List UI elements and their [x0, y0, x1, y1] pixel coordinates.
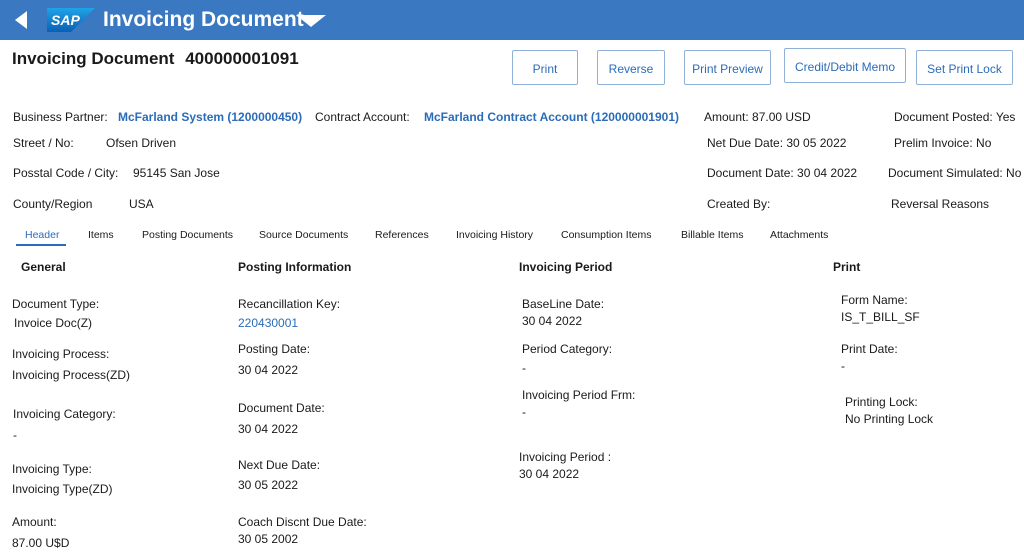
reverse-button-label: Reverse [608, 62, 654, 76]
invoicing-period-to-label: Invoicing Period : [519, 450, 612, 464]
posting-date-value: 30 04 2022 [238, 363, 299, 377]
document-date-header: Document Date: 30 04 2022 [707, 166, 858, 180]
tab-posting-documents[interactable]: Posting Documents [142, 229, 233, 242]
reconciliation-key-label: Recancillation Key: [238, 297, 341, 311]
invoicing-category-label: Invoicing Category: [13, 407, 116, 421]
county-value: USA [129, 197, 154, 211]
business-partner-label: Business Partner: [13, 110, 108, 124]
contract-account-link[interactable]: McFarland Contract Account (120000001901… [424, 110, 679, 125]
app-title[interactable]: Invoicing Document [103, 6, 304, 34]
reversal-reasons: Reversal Reasons [891, 197, 990, 211]
prelim-invoice: Prelim Invoice: No [894, 136, 992, 150]
document-date-value: 30 04 2022 [238, 422, 299, 436]
amount-value: 87.00 U$D [12, 536, 70, 550]
next-due-date-label: Next Due Date: [238, 458, 321, 472]
logo-text: SAP [51, 12, 80, 28]
postal-code-label: Posstal Code / City: [13, 166, 119, 180]
sap-logo: SAP [47, 8, 95, 32]
invoicing-category-value: - [13, 428, 17, 442]
street-label: Street / No: [13, 136, 74, 150]
shell-bar: SAP Invoicing Document [0, 0, 1024, 40]
section-title-general: General [21, 260, 66, 274]
credit-debit-memo-button[interactable]: Credit/Debit Memo [784, 48, 906, 83]
back-triangle-icon[interactable] [14, 10, 28, 30]
tab-billable-items[interactable]: Billable Items [681, 229, 743, 242]
county-label: County/Region [13, 197, 93, 211]
document-date-label: Document Date: [238, 401, 325, 415]
invoicing-period-to-value: 30 04 2022 [519, 467, 580, 481]
credit-debit-memo-button-label: Credit/Debit Memo [794, 60, 896, 74]
section-title-print: Print [833, 260, 861, 274]
page-title-label: Invoicing Document [12, 49, 175, 68]
document-simulated: Document Simulated: No [888, 166, 1022, 180]
postal-code-value: 95145 San Jose [133, 166, 220, 180]
print-preview-button[interactable]: Print Preview [684, 50, 771, 85]
section-title-posting: Posting Information [238, 260, 352, 274]
print-preview-button-label: Print Preview [692, 62, 763, 76]
invoicing-period-from-label: Invoicing Period Frm: [522, 388, 636, 402]
invoicing-type-label: Invoicing Type: [12, 462, 92, 476]
amount-label: Amount: [12, 515, 57, 529]
document-number: 400000001091 [185, 49, 299, 68]
amount-header: Amount: 87.00 USD [704, 110, 811, 124]
caret-down-icon[interactable] [296, 15, 326, 27]
coach-discnt-due-date-label: Coach Discnt Due Date: [238, 515, 367, 529]
invoicing-process-value: Invoicing Process(ZD) [12, 368, 131, 382]
created-by: Created By: [707, 197, 771, 211]
document-type-value: Invoice Doc(Z) [14, 316, 93, 330]
period-category-value: - [522, 361, 526, 375]
reverse-button[interactable]: Reverse [597, 50, 665, 85]
document-type-label: Document Type: [12, 297, 100, 311]
net-due-date: Net Due Date: 30 05 2022 [707, 136, 847, 150]
baseline-date-value: 30 04 2022 [522, 314, 583, 328]
printing-lock-label: Printing Lock: [845, 395, 918, 409]
print-date-label: Print Date: [841, 342, 898, 356]
page-title: Invoicing Document 400000001091 [12, 48, 299, 70]
printing-lock-value: No Printing Lock [845, 412, 934, 426]
form-name-label: Form Name: [841, 293, 908, 307]
set-print-lock-button[interactable]: Set Print Lock [916, 50, 1013, 85]
coach-discnt-due-date-value: 30 05 2002 [238, 532, 299, 546]
tab-references[interactable]: References [375, 229, 429, 242]
contract-account-label: Contract Account: [315, 110, 410, 124]
tab-invoicing-history[interactable]: Invoicing History [456, 229, 533, 242]
print-button-label: Print [532, 62, 558, 76]
invoicing-process-label: Invoicing Process: [12, 347, 110, 361]
tab-items[interactable]: Items [88, 229, 114, 242]
tab-source-documents[interactable]: Source Documents [259, 229, 348, 242]
tab-attachments[interactable]: Attachments [770, 229, 828, 242]
tab-header[interactable]: Header [25, 229, 59, 242]
invoicing-type-value: Invoicing Type(ZD) [12, 482, 113, 496]
next-due-date-value: 30 05 2022 [238, 478, 299, 492]
invoicing-period-from-value: - [522, 405, 526, 419]
period-category-label: Period Category: [522, 342, 613, 356]
set-print-lock-button-label: Set Print Lock [927, 62, 1002, 76]
business-partner-link[interactable]: McFarland System (1200000450) [118, 110, 302, 125]
print-date-value: - [841, 359, 845, 373]
posting-date-label: Posting Date: [238, 342, 311, 356]
reconciliation-key-link[interactable]: 220430001 [238, 316, 298, 331]
section-title-invoicing-period: Invoicing Period [519, 260, 613, 274]
print-button[interactable]: Print [512, 50, 578, 85]
form-name-value: IS_T_BILL_SF [841, 310, 920, 324]
active-tab-indicator [16, 244, 66, 246]
document-posted: Document Posted: Yes [894, 110, 1016, 124]
street-value: Ofsen Driven [106, 136, 177, 150]
baseline-date-label: BaseLine Date: [522, 297, 605, 311]
tab-consumption-items[interactable]: Consumption Items [561, 229, 651, 242]
